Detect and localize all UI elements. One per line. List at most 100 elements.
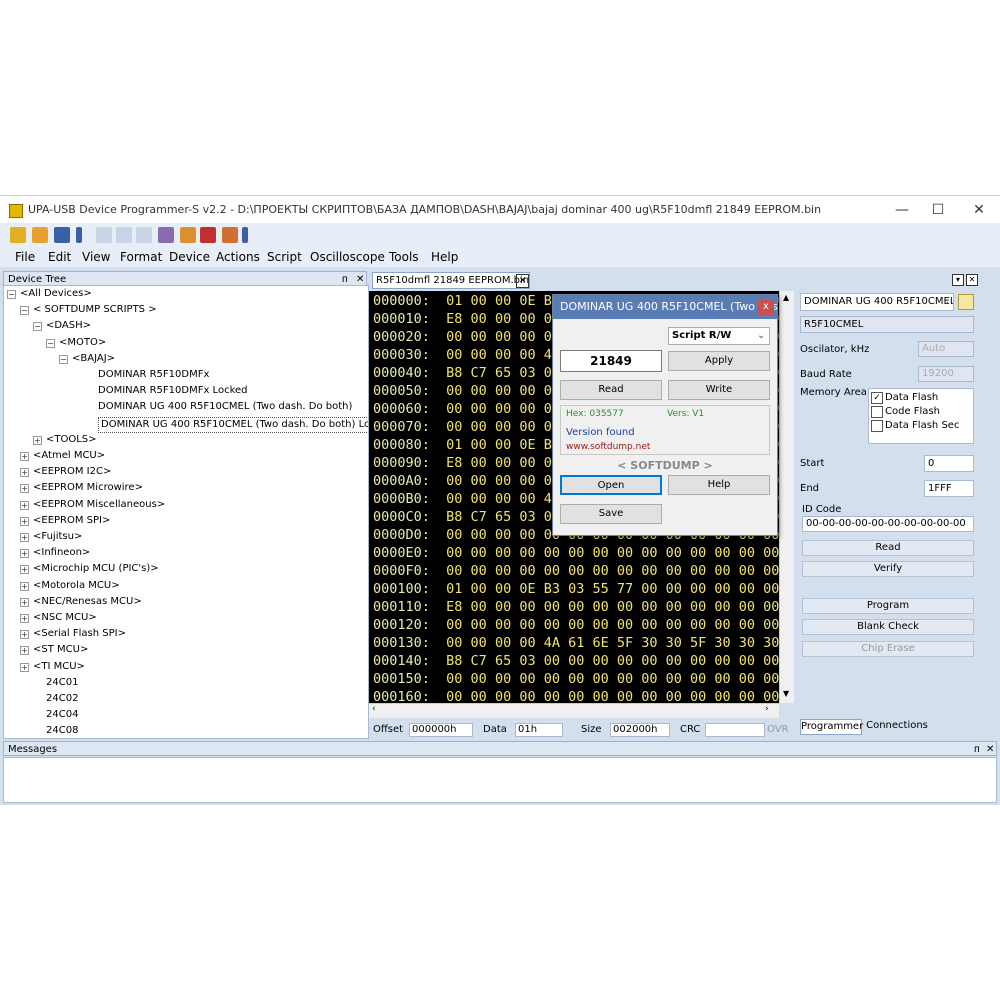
menu-file[interactable]: File [15,250,35,264]
device-select[interactable]: DOMINAR UG 400 R5F10CMEL ⌄ [800,293,954,311]
minimize-button[interactable]: — [884,199,920,221]
tree-expander-icon[interactable]: − [33,322,42,332]
vertical-scrollbar[interactable]: ▲ ▼ [779,291,794,703]
panel-close-icon[interactable]: ✕ [966,274,978,286]
tree-expander-icon[interactable]: + [20,484,29,494]
tree-item[interactable]: DOMINAR UG 400 R5F10CMEL (Two dash. Do b… [98,416,368,433]
hex-bytes[interactable]: 01 00 00 0E B3 03 55 77 00 00 00 00 00 0… [446,581,779,597]
program-button[interactable]: Program [802,598,974,614]
save-icon[interactable] [54,227,70,243]
tree-item[interactable]: <Infineon> [33,546,90,560]
menu-oscilloscope[interactable]: Oscilloscope [310,250,385,264]
device-tree[interactable]: − <All Devices> − < SOFTDUMP SCRIPTS > − <DAS… [3,285,369,739]
hex-bytes[interactable]: 00 00 00 00 00 00 00 00 00 00 00 00 00 0… [446,563,779,579]
scroll-up-icon[interactable]: ▲ [783,293,789,302]
tree-expander-icon[interactable]: + [33,435,42,445]
menu-script[interactable]: Script [267,250,302,264]
tab-connections[interactable]: Connections [866,719,928,735]
script-select[interactable]: Script R/W ⌄ [668,327,770,345]
hex-bytes[interactable]: 00 00 00 00 00 00 00 00 00 00 00 00 00 0… [446,545,779,561]
tree-item[interactable]: <All Devices> [20,287,92,301]
tab-editor[interactable]: R5F10dmfl 21849 EEPROM.bin ✕ [372,272,530,289]
menu-actions[interactable]: Actions [216,250,260,264]
menu-format[interactable]: Format [120,250,162,264]
tree-expander-icon[interactable]: + [20,581,29,591]
tree-expander-icon[interactable]: − [59,354,68,364]
menu-view[interactable]: View [82,250,110,264]
dropdown-icon[interactable] [76,227,82,243]
scroll-right-icon[interactable]: › [765,704,769,714]
dialog-close-button[interactable]: x [758,300,774,315]
tree-item[interactable]: 24C01 [46,676,78,690]
tree-expander-icon[interactable]: + [20,662,29,672]
device-info-icon[interactable] [958,294,974,310]
oscillator-select[interactable]: Auto [918,341,974,357]
tree-item[interactable]: < SOFTDUMP SCRIPTS > [33,303,157,317]
tree-expander-icon[interactable]: + [20,468,29,478]
website-link[interactable]: www.softdump.net [566,442,650,452]
verify-icon[interactable] [136,227,152,243]
tree-item[interactable]: 24C04 [46,708,78,722]
horizontal-scrollbar[interactable]: ‹ › [369,703,779,718]
read-button[interactable]: Read [560,380,662,400]
tree-item[interactable]: <ST MCU> [33,643,88,657]
tree-item[interactable]: 24C02 [46,692,78,706]
blank-check-button[interactable]: Blank Check [802,619,974,635]
menu-device[interactable]: Device [169,250,210,264]
tree-expander-icon[interactable]: + [20,533,29,542]
number-input[interactable]: 21849 [560,350,662,372]
device-icon[interactable] [158,227,174,243]
tree-item[interactable]: <Fujitsu> [33,530,82,544]
tree-expander-icon[interactable]: + [20,646,29,656]
hex-bytes[interactable]: 00 00 00 00 00 00 00 00 00 00 00 00 00 0… [446,671,779,687]
code-flash-checkbox[interactable] [871,406,883,418]
save-button[interactable]: Save [560,504,662,524]
scroll-down-icon[interactable]: ▼ [783,689,789,698]
tree-item[interactable]: <Atmel MCU> [33,449,105,463]
messages-area[interactable] [3,757,997,803]
new-icon[interactable] [10,227,26,243]
tree-expander-icon[interactable]: + [20,614,29,623]
messages-pin-icon[interactable]: ᴨ [974,742,980,757]
tree-expander-icon[interactable]: − [7,290,16,299]
tree-expander-icon[interactable]: + [20,549,29,559]
read-chip-icon[interactable] [96,227,112,243]
tree-expander-icon[interactable]: − [46,338,55,348]
tree-item[interactable]: <TOOLS> [46,433,97,447]
tree-item[interactable]: <DASH> [46,319,91,333]
messages-close-icon[interactable]: ✕ [986,742,994,757]
menu-help[interactable]: Help [431,250,458,264]
menu-edit[interactable]: Edit [48,250,71,264]
tree-expander-icon[interactable]: + [20,597,29,607]
tree-item[interactable]: 24C08 [46,724,78,738]
tree-item[interactable]: <EEPROM I2C> [33,465,111,479]
menu-tools[interactable]: Tools [389,250,419,264]
verify-button[interactable]: Verify [802,561,974,577]
hex-bytes[interactable]: B8 C7 65 03 00 00 00 00 00 00 00 00 00 0… [446,653,779,669]
hex-bytes[interactable]: 00 00 00 00 00 00 00 00 00 00 00 00 00 0… [446,617,779,633]
tree-item[interactable]: <EEPROM Microwire> [33,481,143,495]
write-button[interactable]: Write [668,380,770,400]
tree-expander-icon[interactable]: + [20,565,29,575]
scroll-left-icon[interactable]: ‹ [372,704,376,714]
tree-item[interactable]: DOMINAR UG 400 R5F10CMEL (Two dash. Do b… [98,400,352,414]
read-button[interactable]: Read [802,540,974,556]
tree-item[interactable]: DOMINAR R5F10DMFx Locked [98,384,248,398]
tree-item[interactable]: DOMINAR R5F10DMFx [98,368,209,382]
end-input[interactable]: 1FFF [924,480,974,497]
tree-item[interactable]: <EEPROM Miscellaneous> [33,498,165,512]
write-chip-icon[interactable] [116,227,132,243]
tab-close-icon[interactable]: ✕ [516,274,529,288]
tree-expander-icon[interactable]: + [20,452,29,461]
tree-expander-icon[interactable]: + [20,516,29,526]
sigma-icon[interactable] [222,227,238,243]
data-flash-sec-checkbox[interactable] [871,420,883,432]
tree-expander-icon[interactable]: + [20,500,29,510]
hex-bytes[interactable]: 00 00 00 00 00 00 00 00 00 00 00 00 00 0… [446,689,779,703]
tree-item[interactable]: <Serial Flash SPI> [33,627,126,641]
tree-item[interactable]: <NSC MCU> [33,611,97,625]
dropdown-arrow-icon[interactable]: ▾ [952,274,964,286]
data-flash-checkbox[interactable]: ✓ [871,392,883,404]
open-folder-icon[interactable] [32,227,48,243]
help-button[interactable]: Help [668,475,770,495]
